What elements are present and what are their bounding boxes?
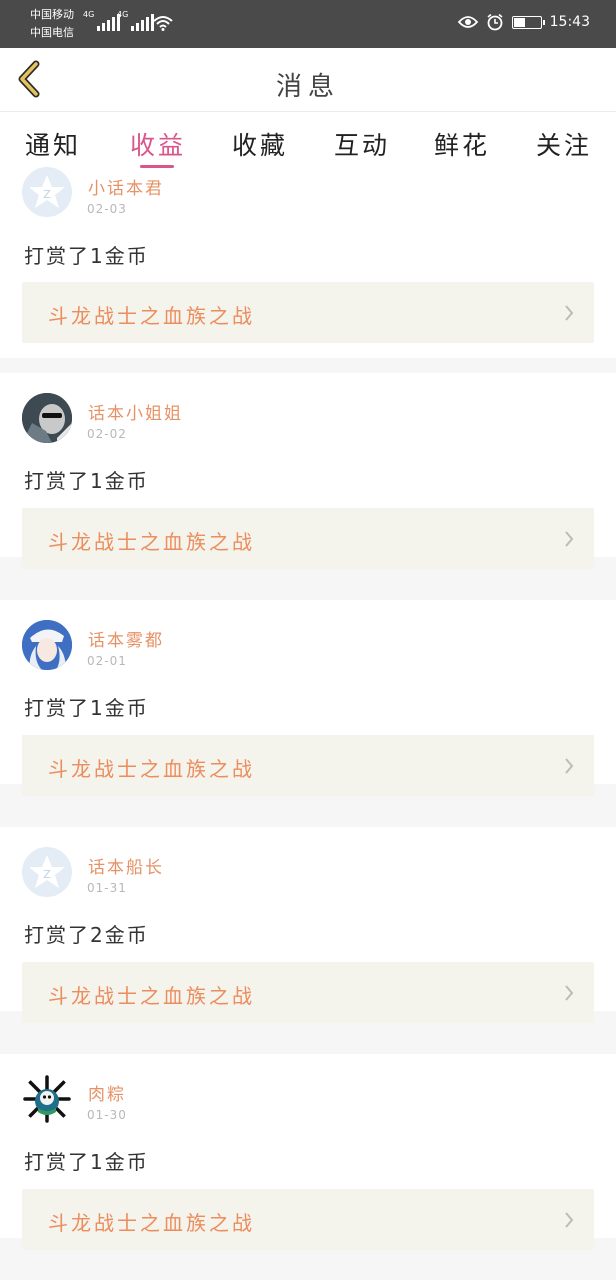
book-title: 斗龙战士之血族之战 xyxy=(48,757,255,781)
default-avatar-icon: Z xyxy=(29,855,65,888)
photo-avatar-icon xyxy=(22,393,72,443)
username[interactable]: 话本船长 xyxy=(88,853,164,878)
tab-bar: 通知 收益 收藏 互动 鲜花 关注 xyxy=(0,112,616,174)
avatar[interactable] xyxy=(22,620,72,670)
eye-icon xyxy=(457,16,478,28)
book-link[interactable]: 斗龙战士之血族之战 xyxy=(22,282,594,343)
status-bar: 中国移动 中国电信 4G 4G 15:43 xyxy=(0,0,616,48)
message-date: 02-03 xyxy=(87,202,127,216)
chevron-right-icon xyxy=(565,758,574,774)
carrier-1: 中国移动 xyxy=(30,8,74,21)
message-text: 打赏了1金币 xyxy=(24,469,149,493)
tab-flowers[interactable]: 鲜花 xyxy=(434,126,490,162)
tab-follows[interactable]: 关注 xyxy=(536,126,592,162)
message-card: 肉粽 01-30 打赏了1金币 斗龙战士之血族之战 xyxy=(0,1054,616,1250)
avatar[interactable]: Z xyxy=(22,847,72,897)
username[interactable]: 小话本君 xyxy=(88,174,164,199)
message-date: 01-31 xyxy=(87,881,127,895)
avatar[interactable] xyxy=(22,393,72,443)
svg-text:Z: Z xyxy=(43,188,51,201)
tab-favorites[interactable]: 收藏 xyxy=(232,126,288,162)
book-title: 斗龙战士之血族之战 xyxy=(48,984,255,1008)
book-link[interactable]: 斗龙战士之血族之战 xyxy=(22,508,594,569)
message-text: 打赏了2金币 xyxy=(24,923,149,947)
book-link[interactable]: 斗龙战士之血族之战 xyxy=(22,1189,594,1250)
book-title: 斗龙战士之血族之战 xyxy=(48,530,255,554)
page-title: 消息 xyxy=(275,72,340,102)
tab-earnings[interactable]: 收益 xyxy=(130,126,186,162)
book-title: 斗龙战士之血族之战 xyxy=(48,304,255,328)
active-tab-indicator xyxy=(140,165,174,168)
chevron-right-icon xyxy=(565,531,574,547)
message-date: 01-30 xyxy=(87,1108,127,1122)
alarm-icon xyxy=(487,13,503,31)
chevron-right-icon xyxy=(565,305,574,321)
message-date: 02-01 xyxy=(87,654,127,668)
status-time: 15:43 xyxy=(549,14,590,30)
chevron-right-icon xyxy=(565,1212,574,1228)
carrier-2: 中国电信 xyxy=(30,26,74,39)
wifi-icon xyxy=(153,16,173,31)
message-card: 话本雾都 02-01 打赏了1金币 斗龙战士之血族之战 xyxy=(0,600,616,796)
message-card: Z 话本船长 01-31 打赏了2金币 斗龙战士之血族之战 xyxy=(0,827,616,1023)
book-link[interactable]: 斗龙战士之血族之战 xyxy=(22,735,594,796)
message-card: Z 小话本君 02-03 打赏了1金币 斗龙战士之血族之战 xyxy=(0,167,616,358)
username[interactable]: 话本雾都 xyxy=(88,626,164,651)
message-card: 话本小姐姐 02-02 打赏了1金币 斗龙战士之血族之战 xyxy=(0,373,616,569)
signal-1-icon: 4G xyxy=(83,10,121,31)
message-text: 打赏了1金币 xyxy=(24,244,149,268)
username[interactable]: 肉粽 xyxy=(88,1080,126,1105)
message-date: 02-02 xyxy=(87,427,127,441)
battery-icon xyxy=(511,15,545,29)
tab-notifications[interactable]: 通知 xyxy=(25,126,81,162)
signal-2-icon: 4G xyxy=(117,10,155,31)
carrier-labels: 中国移动 中国电信 xyxy=(30,6,74,42)
svg-text:Z: Z xyxy=(43,868,51,881)
tab-interactions[interactable]: 互动 xyxy=(334,126,390,162)
anime-avatar-icon xyxy=(22,620,72,670)
chevron-right-icon xyxy=(565,985,574,1001)
book-link[interactable]: 斗龙战士之血族之战 xyxy=(22,962,594,1023)
avatar[interactable]: Z xyxy=(22,167,72,217)
avatar[interactable] xyxy=(22,1074,72,1124)
message-text: 打赏了1金币 xyxy=(24,1150,149,1174)
default-avatar-icon: Z xyxy=(29,175,65,208)
header: 消息 xyxy=(0,48,616,112)
username[interactable]: 话本小姐姐 xyxy=(88,399,183,424)
skull-avatar-icon xyxy=(23,1075,71,1123)
book-title: 斗龙战士之血族之战 xyxy=(48,1211,255,1235)
message-text: 打赏了1金币 xyxy=(24,696,149,720)
